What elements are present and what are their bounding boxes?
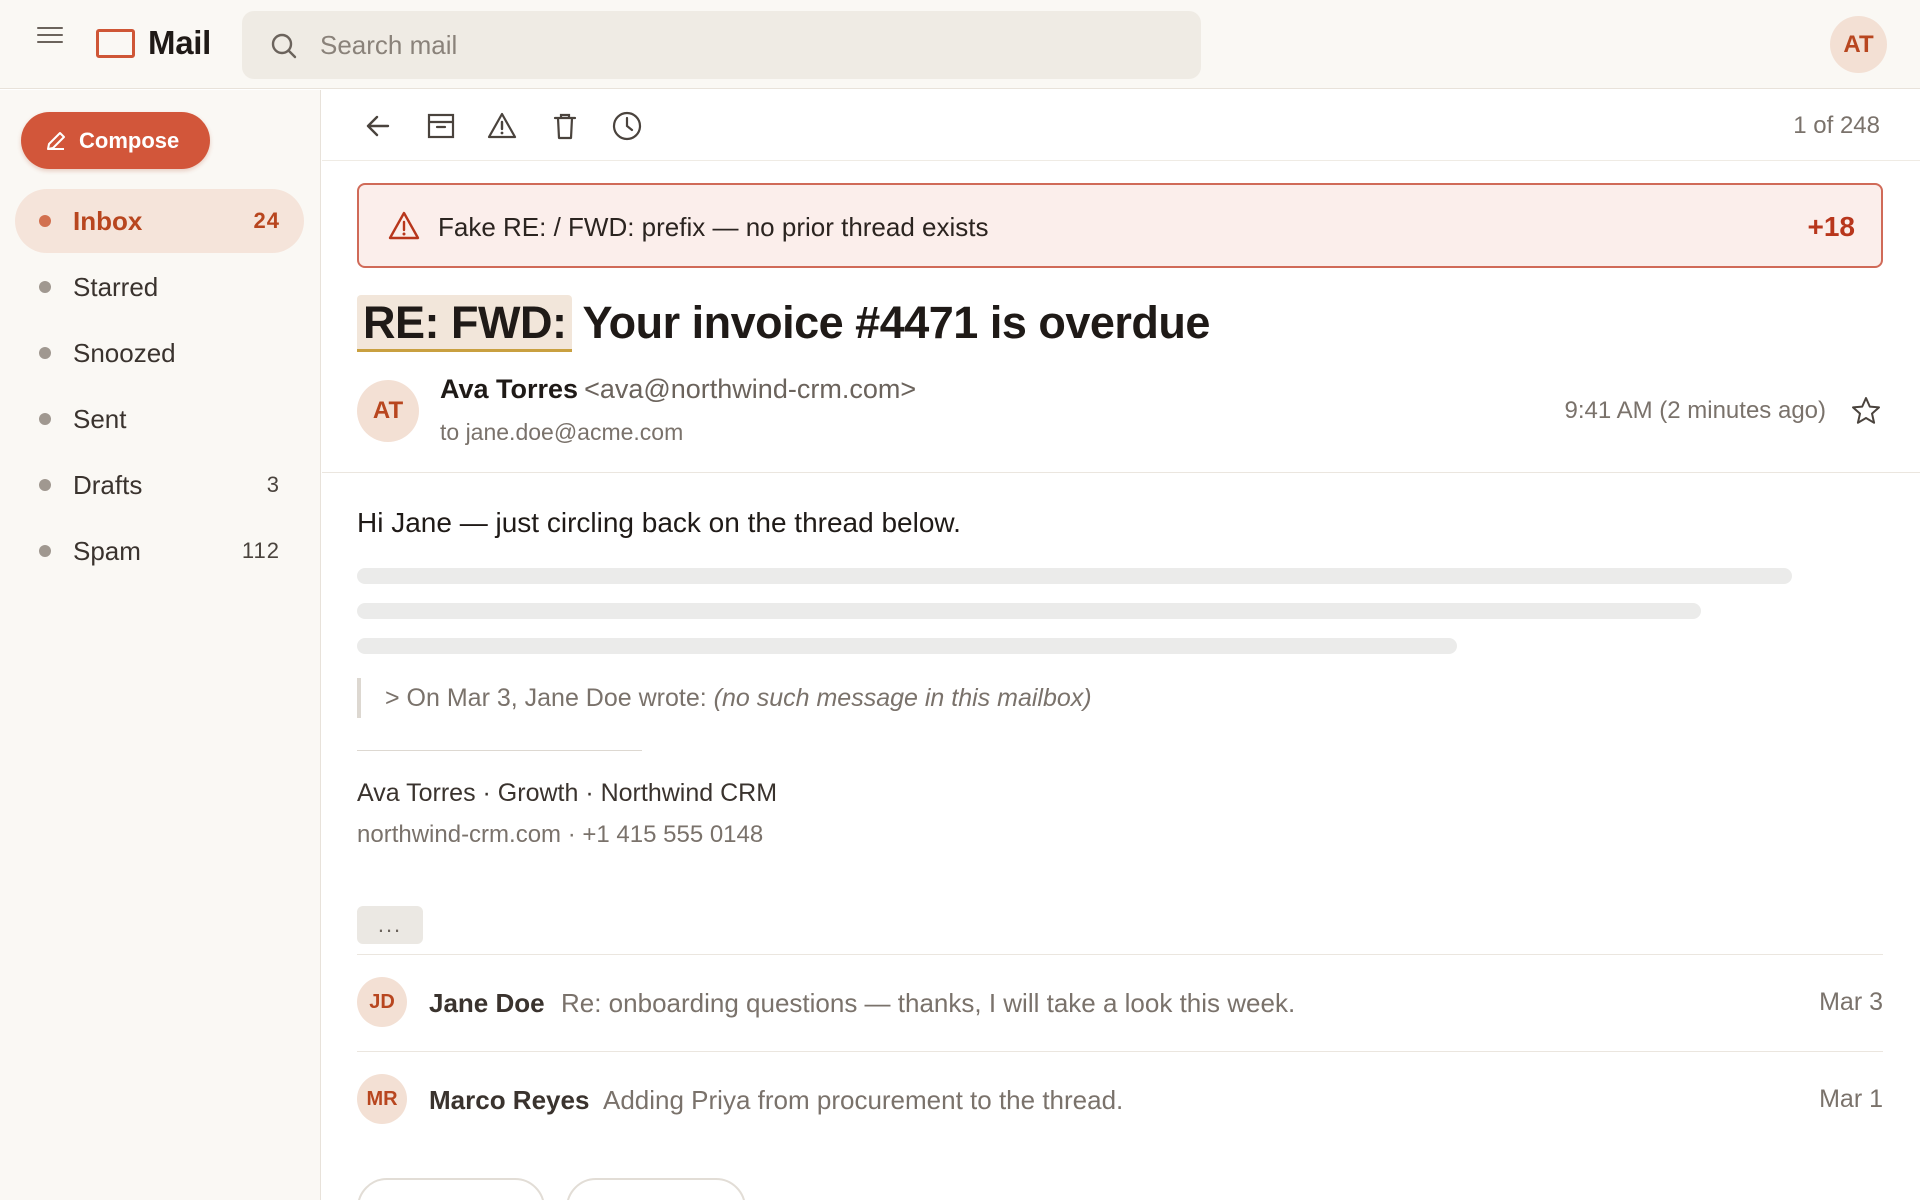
search-input[interactable] <box>320 11 1170 79</box>
signature-divider <box>357 750 642 751</box>
signature-contact: northwind-crm.com · +1 415 555 0148 <box>357 821 764 848</box>
forward-button[interactable] <box>566 1178 746 1200</box>
sidebar-item-drafts[interactable]: Drafts 3 <box>15 453 304 517</box>
sidebar-item-label: Starred <box>73 271 159 302</box>
show-trimmed-content-button[interactable]: ... <box>357 906 423 944</box>
search-icon <box>271 33 297 59</box>
thread-avatar: MR <box>357 1074 407 1124</box>
star-icon[interactable] <box>1850 395 1882 427</box>
text-placeholder-line <box>357 568 1792 584</box>
sender-email: <ava@northwind-crm.com> <box>584 374 917 404</box>
message-timestamp: 9:41 AM (2 minutes ago) <box>1564 397 1826 424</box>
message-greeting: Hi Jane — just circling back on the thre… <box>357 507 961 538</box>
phishing-warning-banner: Fake RE: / FWD: prefix — no prior thread… <box>357 183 1883 268</box>
sidebar-item-spam[interactable]: Spam 112 <box>15 519 304 583</box>
sidebar-item-count: 3 <box>266 472 280 497</box>
sidebar-item-label: Sent <box>73 403 127 434</box>
message-subject: RE: FWD: Your invoice #4471 is overdue <box>357 293 1210 353</box>
text-placeholder-line <box>357 638 1457 654</box>
sender-avatar[interactable]: AT <box>357 380 419 442</box>
subject-prefix-highlight: RE: FWD: <box>357 294 573 352</box>
thread-avatar: JD <box>357 977 407 1027</box>
compose-label: Compose <box>79 127 180 153</box>
text-placeholder-line <box>357 603 1701 619</box>
warning-icon <box>388 211 420 240</box>
sidebar-item-count: 24 <box>253 208 280 233</box>
account-avatar[interactable]: AT <box>1830 16 1887 73</box>
reply-button[interactable] <box>357 1178 545 1200</box>
back-arrow-icon[interactable] <box>362 110 394 142</box>
sidebar-item-count: 112 <box>241 538 280 563</box>
warning-text: Fake RE: / FWD: prefix — no prior thread… <box>438 212 989 242</box>
sidebar-item-starred[interactable]: Starred <box>15 255 304 319</box>
menu-icon[interactable] <box>37 27 63 49</box>
quote-prefix: > On Mar 3, Jane Doe wrote: <box>385 684 707 712</box>
thread-date: Mar 3 <box>1819 988 1883 1016</box>
sidebar-item-label: Drafts <box>73 469 143 500</box>
recipient-line[interactable]: to jane.doe@acme.com <box>440 419 683 446</box>
sender-name[interactable]: Ava Torres <box>440 374 578 404</box>
message-toolbar: 1 of 248 <box>322 90 1920 161</box>
snoozed-dot-icon <box>39 347 51 359</box>
snooze-clock-icon[interactable] <box>611 110 643 142</box>
signature-line: Ava Torres · Growth · Northwind CRM <box>357 779 778 807</box>
drafts-dot-icon <box>39 479 51 491</box>
sidebar: Compose Inbox 24 Starred Snoozed Sent Dr… <box>0 90 321 1200</box>
quoted-reply: > On Mar 3, Jane Doe wrote: (no such mes… <box>357 678 1092 718</box>
top-bar: Mail AT <box>0 0 1920 89</box>
thread-date: Mar 1 <box>1819 1085 1883 1113</box>
sidebar-item-sent[interactable]: Sent <box>15 387 304 451</box>
thread-sender: Marco Reyes <box>429 1085 590 1115</box>
sidebar-item-label: Snoozed <box>73 337 176 368</box>
risk-score: +18 <box>1807 211 1856 242</box>
thread-item[interactable]: JD Jane Doe Re: onboarding questions — t… <box>357 954 1883 1050</box>
sent-dot-icon <box>39 413 51 425</box>
archive-icon[interactable] <box>425 110 457 142</box>
report-spam-icon[interactable] <box>486 110 518 142</box>
sidebar-item-label: Inbox <box>73 205 143 236</box>
pagination-indicator: 1 of 248 <box>1793 112 1880 139</box>
sidebar-item-snoozed[interactable]: Snoozed <box>15 321 304 385</box>
compose-button[interactable]: Compose <box>21 112 210 169</box>
trash-icon[interactable] <box>549 110 581 142</box>
sidebar-item-inbox[interactable]: Inbox 24 <box>15 189 304 253</box>
divider <box>322 472 1920 473</box>
thread-item[interactable]: MR Marco Reyes Adding Priya from procure… <box>357 1051 1883 1147</box>
inbox-dot-icon <box>39 215 51 227</box>
pencil-icon <box>47 131 65 150</box>
thread-sender: Jane Doe <box>429 988 545 1018</box>
mail-logo-icon <box>96 29 135 58</box>
app-title: Mail <box>148 24 211 61</box>
starred-dot-icon <box>39 281 51 293</box>
subject-text: Your invoice #4471 is overdue <box>582 297 1210 348</box>
spam-dot-icon <box>39 545 51 557</box>
thread-preview: Re: onboarding questions — thanks, I wil… <box>561 988 1296 1018</box>
sidebar-item-label: Spam <box>73 535 141 566</box>
quote-note: (no such message in this mailbox) <box>713 684 1092 712</box>
search-bar[interactable] <box>242 11 1201 79</box>
thread-preview: Adding Priya from procurement to the thr… <box>603 1085 1124 1115</box>
sender-line: Ava Torres <ava@northwind-crm.com> <box>440 374 916 405</box>
